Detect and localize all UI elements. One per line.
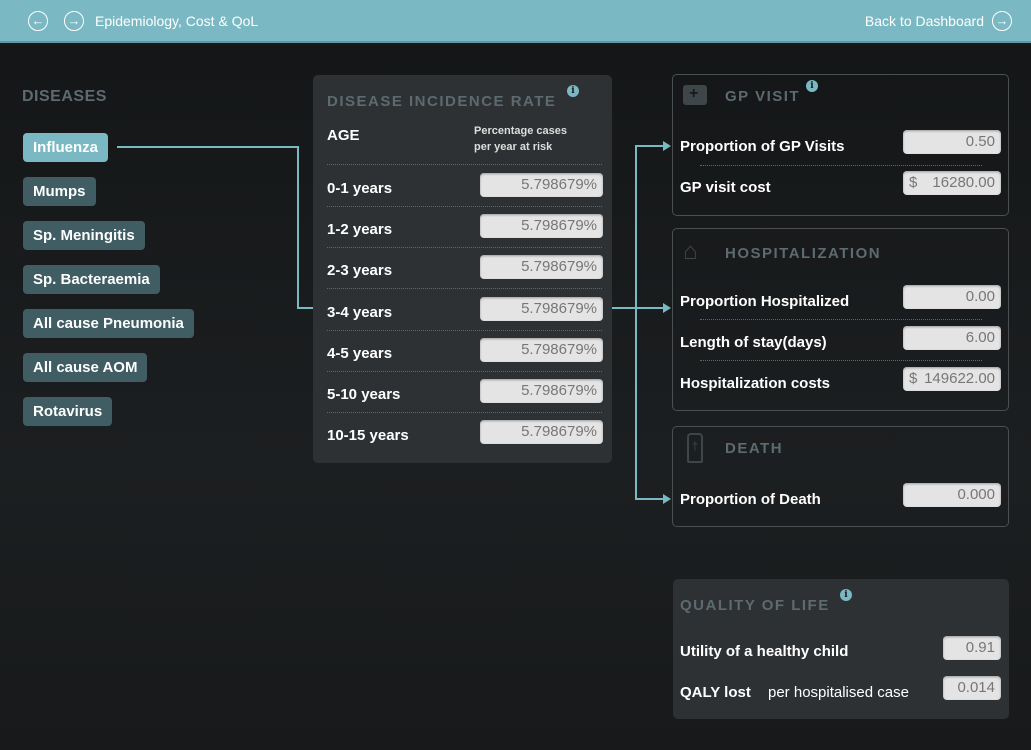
utility-input[interactable]: 0.91 <box>943 636 1001 660</box>
connector-line <box>635 498 665 500</box>
incidence-rate-input[interactable]: 5.798679% <box>480 173 603 197</box>
arrow-head-icon <box>663 303 671 313</box>
dashboard-arrow-icon[interactable]: → <box>992 11 1012 31</box>
age-label: 10-15 years <box>327 427 409 445</box>
divider <box>327 288 602 290</box>
qol-title: QUALITY OF LIFE <box>680 597 830 614</box>
gp-proportion-input[interactable]: 0.50 <box>903 130 1001 154</box>
hosp-proportion-input[interactable]: 0.00 <box>903 285 1001 309</box>
medical-kit-icon: + <box>683 85 707 105</box>
age-label: 3-4 years <box>327 303 393 321</box>
gp-cost-input[interactable]: $16280.00 <box>903 171 1001 195</box>
page-title: Epidemiology, Cost & QoL <box>95 13 259 29</box>
gp-cost-value: 16280.00 <box>932 174 995 191</box>
age-header: AGE <box>327 127 360 144</box>
divider <box>700 319 982 320</box>
panel-title: DISEASE INCIDENCE RATE <box>327 93 557 110</box>
utility-label: Utility of a healthy child <box>680 643 849 660</box>
death-box <box>672 426 1009 527</box>
death-proportion-label: Proportion of Death <box>680 491 821 508</box>
hosp-cost-input[interactable]: $149622.00 <box>903 367 1001 391</box>
disease-sp-meningitis[interactable]: Sp. Meningitis <box>23 221 145 250</box>
disease-all-cause-aom[interactable]: All cause AOM <box>23 353 148 382</box>
qaly-label: QALY lost <box>680 684 751 701</box>
connector-line <box>635 145 637 500</box>
disease-influenza[interactable]: Influenza <box>23 133 109 162</box>
hosp-cost-value: 149622.00 <box>924 370 995 387</box>
arrow-head-icon <box>663 141 671 151</box>
arrow-head-icon <box>663 494 671 504</box>
qaly-input[interactable]: 0.014 <box>943 676 1001 700</box>
age-label: 5-10 years <box>327 386 401 403</box>
gp-visit-title: GP VISIT <box>725 88 801 105</box>
connector-line <box>117 146 298 148</box>
disease-sp-bacteraemia[interactable]: Sp. Bacteraemia <box>23 265 160 294</box>
currency: $ <box>909 174 918 191</box>
divider <box>327 164 602 165</box>
gp-proportion-label: Proportion of GP Visits <box>680 138 845 155</box>
disease-mumps[interactable]: Mumps <box>23 177 96 206</box>
death-title: DEATH <box>725 440 784 457</box>
incidence-rate-input[interactable]: 5.798679% <box>480 337 603 362</box>
age-label: 1-2 years <box>327 221 393 239</box>
qaly-sublabel: per hospitalised case <box>768 684 909 701</box>
age-label: 2-3 years <box>327 262 393 280</box>
percentage-header-2: per year at risk <box>474 141 553 153</box>
connector-line <box>635 145 665 147</box>
top-bar: ← → Epidemiology, Cost & QoL Back to Das… <box>0 0 1031 43</box>
hosp-proportion-label: Proportion Hospitalized <box>680 293 850 310</box>
forward-arrow-icon[interactable]: → <box>64 11 84 31</box>
coffin-icon: † <box>687 433 703 463</box>
age-label: 4-5 years <box>327 344 393 362</box>
incidence-rate-input[interactable]: 5.798679% <box>480 379 603 403</box>
divider <box>327 206 602 207</box>
divider <box>327 329 602 331</box>
diseases-heading: DISEASES <box>22 88 107 105</box>
stay-label: Length of stay(days) <box>680 334 827 351</box>
connector-line <box>297 146 299 309</box>
divider <box>700 360 982 361</box>
stay-input[interactable]: 6.00 <box>903 326 1001 350</box>
death-proportion-input[interactable]: 0.000 <box>903 483 1001 507</box>
incidence-rate-input[interactable]: 5.798679% <box>480 420 603 445</box>
hosp-cost-label: Hospitalization costs <box>680 375 831 392</box>
info-icon[interactable]: i <box>806 80 818 92</box>
divider <box>327 412 602 413</box>
divider <box>327 370 602 372</box>
hospital-house-icon: ⌂ <box>683 238 698 265</box>
percentage-header-1: Percentage cases <box>474 125 567 137</box>
hospitalization-title: HOSPITALIZATION <box>725 245 882 262</box>
back-to-dashboard-link[interactable]: Back to Dashboard <box>865 13 984 29</box>
connector-line <box>297 307 313 309</box>
divider <box>700 165 982 166</box>
incidence-rate-input[interactable]: 5.798679% <box>480 214 603 239</box>
incidence-rate-input[interactable]: 5.798679% <box>480 255 603 280</box>
info-icon[interactable]: i <box>840 589 852 601</box>
divider <box>327 247 602 249</box>
incidence-rate-input[interactable]: 5.798679% <box>480 296 603 321</box>
disease-all-cause-pneumonia[interactable]: All cause Pneumonia <box>23 309 194 338</box>
disease-rotavirus[interactable]: Rotavirus <box>23 397 113 426</box>
back-arrow-icon[interactable]: ← <box>28 11 48 31</box>
gp-cost-label: GP visit cost <box>680 179 771 196</box>
connector-line <box>612 307 664 309</box>
age-label: 0-1 years <box>327 180 393 197</box>
info-icon[interactable]: i <box>567 85 579 97</box>
currency: $ <box>909 370 918 387</box>
